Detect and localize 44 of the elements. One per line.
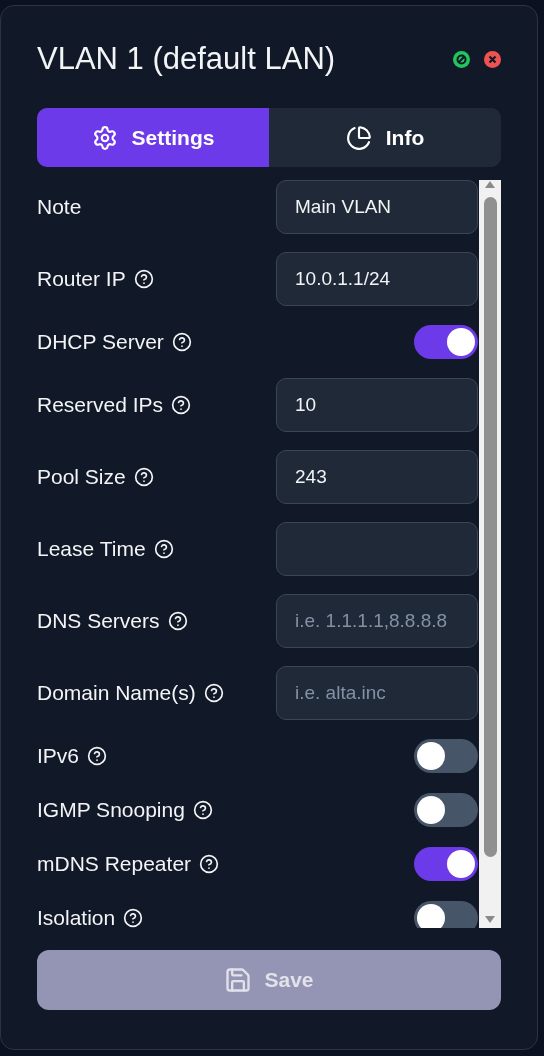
help-icon[interactable]	[171, 332, 192, 352]
help-icon[interactable]	[192, 800, 213, 820]
help-icon[interactable]	[133, 269, 154, 289]
help-icon[interactable]	[133, 467, 154, 487]
field-label: Router IP	[37, 267, 126, 291]
scrollbar[interactable]	[479, 180, 501, 928]
input-field[interactable]: i.e. alta.inc	[276, 666, 478, 720]
field-label: Domain Name(s)	[37, 681, 196, 705]
gear-icon	[91, 124, 118, 151]
input-field[interactable]: 10	[276, 378, 478, 432]
pie-chart-icon	[345, 124, 372, 151]
confirm-icon[interactable]	[453, 50, 470, 68]
field-label: mDNS Repeater	[37, 852, 192, 876]
help-icon[interactable]	[171, 395, 192, 415]
field-label: DHCP Server	[37, 330, 164, 354]
toggle-switch[interactable]	[414, 739, 478, 773]
input-field[interactable]: i.e. 1.1.1.1,8.8.8.8	[276, 594, 478, 648]
field-label: Reserved IPs	[37, 393, 164, 417]
toggle-switch[interactable]	[414, 901, 478, 928]
tab[interactable]: Settings	[37, 108, 269, 167]
field-label: IPv6	[37, 744, 80, 768]
close-icon[interactable]	[484, 50, 501, 68]
dialog-title: VLAN 1 (default LAN)	[37, 41, 336, 77]
toggle-switch[interactable]	[414, 847, 478, 881]
scroll-up-arrow-icon[interactable]	[484, 180, 496, 189]
help-icon[interactable]	[203, 683, 224, 703]
toggle-switch[interactable]	[414, 325, 478, 359]
input-field[interactable]: Main VLAN	[276, 180, 478, 234]
help-icon[interactable]	[153, 539, 174, 559]
scroll-down-arrow-icon[interactable]	[484, 915, 496, 924]
field-label: Isolation	[37, 906, 116, 928]
field-label: IGMP Snooping	[37, 798, 185, 822]
field-label: Lease Time	[37, 537, 146, 561]
help-icon[interactable]	[199, 854, 220, 874]
help-icon[interactable]	[123, 908, 144, 928]
field-label: Pool Size	[37, 465, 126, 489]
field-label: DNS Servers	[37, 609, 160, 633]
input-field[interactable]: 10.0.1.1/24	[276, 252, 478, 306]
field-label: Note	[37, 195, 82, 219]
help-icon[interactable]	[167, 611, 188, 631]
help-icon[interactable]	[87, 746, 108, 766]
input-field[interactable]	[276, 522, 478, 576]
toggle-switch[interactable]	[414, 793, 478, 827]
input-field[interactable]: 243	[276, 450, 478, 504]
